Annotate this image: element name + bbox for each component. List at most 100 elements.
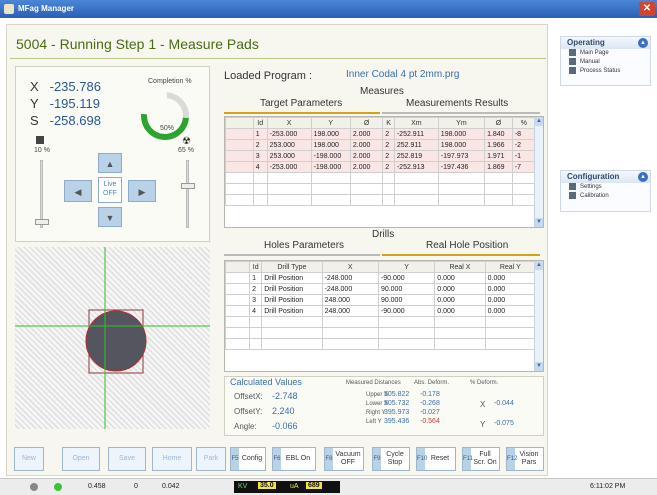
measures-row-selector[interactable]: [225, 128, 254, 140]
home-button[interactable]: Home: [152, 447, 192, 471]
open-button[interactable]: Open: [62, 447, 100, 471]
drills-row-selector[interactable]: [225, 338, 251, 350]
real-hole-position-tab[interactable]: Real Hole Position: [426, 240, 508, 251]
new-button-label: New: [21, 455, 36, 462]
measures-row-selector[interactable]: [225, 150, 254, 162]
measures-table-cell: [349, 194, 384, 206]
measures-table-cell: [310, 172, 351, 184]
measures-row-selector[interactable]: [225, 183, 254, 195]
drills-row-selector[interactable]: [225, 327, 251, 339]
cycle-stop-button[interactable]: F9 Cycle Stop: [372, 447, 410, 471]
jog-right-button[interactable]: ▶: [128, 180, 156, 202]
holes-parameters-tab[interactable]: Holes Parameters: [264, 240, 344, 251]
live-toggle-button[interactable]: Live OFF: [98, 177, 122, 203]
right-slider-thumb[interactable]: [181, 183, 195, 189]
configuration-header[interactable]: Configuration ▲: [561, 171, 650, 183]
camera-view[interactable]: [15, 247, 210, 429]
measures-table-row[interactable]: [225, 172, 537, 184]
drills-row-selector[interactable]: [225, 283, 251, 295]
radiation-icon: ☢: [182, 136, 191, 147]
measures-table-row[interactable]: 3 253.000 -198.000 2.000 2 252.819 -197.973 1.9…: [225, 150, 537, 162]
drills-scroll-down-icon[interactable]: ▼: [535, 362, 543, 371]
measures-row-selector[interactable]: [225, 161, 254, 173]
measures-table-row[interactable]: 2 253.000 198.000 2.000 2 252.911 198.000 1.966…: [225, 139, 537, 151]
jog-down-button[interactable]: ▼: [98, 207, 122, 227]
measures-table-cell: 1.869: [484, 161, 513, 173]
sidebar-item-main-page[interactable]: Main Page: [561, 49, 650, 58]
sidebar-item-process-status[interactable]: Process Status: [561, 67, 650, 76]
measures-table-cell: 2: [382, 161, 395, 173]
scroll-up-icon[interactable]: ▲: [535, 117, 543, 126]
drills-row-selector[interactable]: [225, 294, 251, 306]
drills-table-cell: 0.000: [434, 272, 486, 284]
measures-table-row[interactable]: [225, 183, 537, 195]
measures-table-cell: 2.000: [349, 139, 384, 151]
vacuum-button[interactable]: F8 Vacuum OFF: [324, 447, 364, 471]
new-button[interactable]: New: [14, 447, 44, 471]
save-button[interactable]: Save: [108, 447, 146, 471]
configuration-collapse-icon[interactable]: ▲: [638, 172, 648, 182]
measures-table-row[interactable]: [225, 194, 537, 206]
drills-row-selector[interactable]: [225, 272, 251, 284]
measures-row-selector[interactable]: [225, 139, 254, 151]
ua-label: uA: [290, 483, 299, 490]
park-button[interactable]: Park: [196, 447, 226, 471]
measurements-results-tab[interactable]: Measurements Results: [406, 98, 508, 109]
vision-pars-button[interactable]: F12 Vision Pars: [506, 447, 544, 471]
measures-scrollbar[interactable]: ▲ ▼: [534, 117, 543, 227]
operating-collapse-icon[interactable]: ▲: [638, 38, 648, 48]
home-icon: [569, 49, 576, 56]
measures-table-row[interactable]: 4 -253.000 -198.000 2.000 2 -252.913 -197.436 1…: [225, 161, 537, 173]
measures-table-cell: 1.966: [484, 139, 513, 151]
s-coordinate: S -258.698: [30, 113, 101, 128]
drills-table-cell: 0.000: [484, 294, 537, 306]
upper-x-abs: -0.178: [420, 391, 440, 398]
ebl-button[interactable]: F6 EBL On: [272, 447, 316, 471]
jog-left-button[interactable]: ◀: [64, 180, 92, 202]
drills-table-row[interactable]: 2 Drill Position -248.000 90.000 0.000 0.000: [225, 283, 537, 295]
sidebar-item-manual-label: Manual: [580, 59, 600, 66]
scroll-down-icon[interactable]: ▼: [535, 218, 543, 227]
col-percent: %: [511, 117, 537, 129]
drills-row-selector[interactable]: [225, 316, 251, 328]
sidebar-item-manual[interactable]: Manual: [561, 58, 650, 67]
measures-row-selector[interactable]: [225, 172, 254, 184]
angle-value: -0.066: [272, 421, 298, 431]
left-slider-thumb[interactable]: [35, 219, 49, 225]
measures-table-cell: [310, 194, 351, 206]
s-coordinate-value: -258.698: [49, 113, 101, 128]
measures-table-row[interactable]: 1 -253.000 198.000 2.000 2 -252.911 198.000 1.8…: [225, 128, 537, 140]
measures-table-cell: [266, 172, 312, 184]
x-coordinate-value: -235.786: [49, 79, 101, 94]
jog-up-button[interactable]: ▲: [98, 153, 122, 173]
status-value-1: 0.458: [88, 483, 106, 490]
right-slider-track[interactable]: [186, 160, 189, 228]
close-button[interactable]: ✕: [639, 2, 655, 16]
drills-table-row[interactable]: 4 Drill Position 248.000 -90.000 0.000 0.000: [225, 305, 537, 317]
target-parameters-tab[interactable]: Target Parameters: [260, 98, 342, 109]
operating-header[interactable]: Operating ▲: [561, 37, 650, 49]
drills-table-row[interactable]: [225, 316, 537, 328]
sidebar-item-settings[interactable]: Settings: [561, 183, 650, 192]
drills-scroll-up-icon[interactable]: ▲: [535, 261, 543, 270]
drills-table-cell: [484, 327, 537, 339]
config-button[interactable]: F5 Config: [230, 447, 266, 471]
drill-col-y: Y: [377, 261, 436, 273]
measures-row-selector[interactable]: [225, 194, 254, 206]
full-screen-button[interactable]: F11 Full Scr. On: [462, 447, 500, 471]
drills-table-row[interactable]: [225, 327, 537, 339]
drills-table-row[interactable]: 1 Drill Position -248.000 -90.000 0.000 0.000: [225, 272, 537, 284]
y-deform-pct: -0.075: [494, 420, 514, 427]
drills-scrollbar[interactable]: ▲ ▼: [534, 261, 543, 371]
drills-table-row[interactable]: [225, 338, 537, 350]
left-slider-track[interactable]: [40, 160, 43, 228]
status-value-3: 0.042: [162, 483, 180, 490]
measures-table-cell: 3: [252, 150, 268, 162]
reset-button[interactable]: F10 Reset: [416, 447, 456, 471]
vacuum-fkey: F8: [325, 448, 333, 470]
measures-table-cell: [437, 183, 486, 195]
sidebar-item-calibration[interactable]: Calibration: [561, 192, 650, 201]
drills-table-row[interactable]: 3 Drill Position 248.000 90.000 0.000 0.000: [225, 294, 537, 306]
measures-title: Measures: [360, 86, 404, 97]
drills-row-selector[interactable]: [225, 305, 251, 317]
